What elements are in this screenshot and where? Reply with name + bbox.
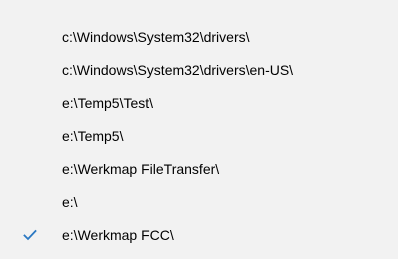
menu-item-label: e:\Werkmap FileTransfer\ [62,160,220,177]
recent-folders-menu: c:\Windows\System32\drivers\ c:\Windows\… [0,0,398,259]
menu-item-label: e:\Werkmap FCC\ [62,226,174,243]
menu-item-label: e:\Temp5\ [62,127,124,144]
menu-item-temp5[interactable]: e:\Temp5\ [0,119,398,152]
menu-item-label: c:\Windows\System32\drivers\en-US\ [62,61,294,78]
menu-item-list: c:\Windows\System32\drivers\ c:\Windows\… [0,20,398,251]
menu-item-werkmap-filetransfer[interactable]: e:\Werkmap FileTransfer\ [0,152,398,185]
menu-item-label: e:\ [62,193,78,210]
menu-item-temp5-test[interactable]: e:\Temp5\Test\ [0,86,398,119]
menu-item-windows-drivers[interactable]: c:\Windows\System32\drivers\ [0,20,398,53]
menu-item-windows-drivers-en-us[interactable]: c:\Windows\System32\drivers\en-US\ [0,53,398,86]
menu-item-label: e:\Temp5\Test\ [62,94,154,111]
menu-item-werkmap-fcc[interactable]: e:\Werkmap FCC\ [0,218,398,251]
menu-item-label: c:\Windows\System32\drivers\ [62,28,250,45]
checkmark-icon [22,227,38,243]
menu-item-e-root[interactable]: e:\ [0,185,398,218]
